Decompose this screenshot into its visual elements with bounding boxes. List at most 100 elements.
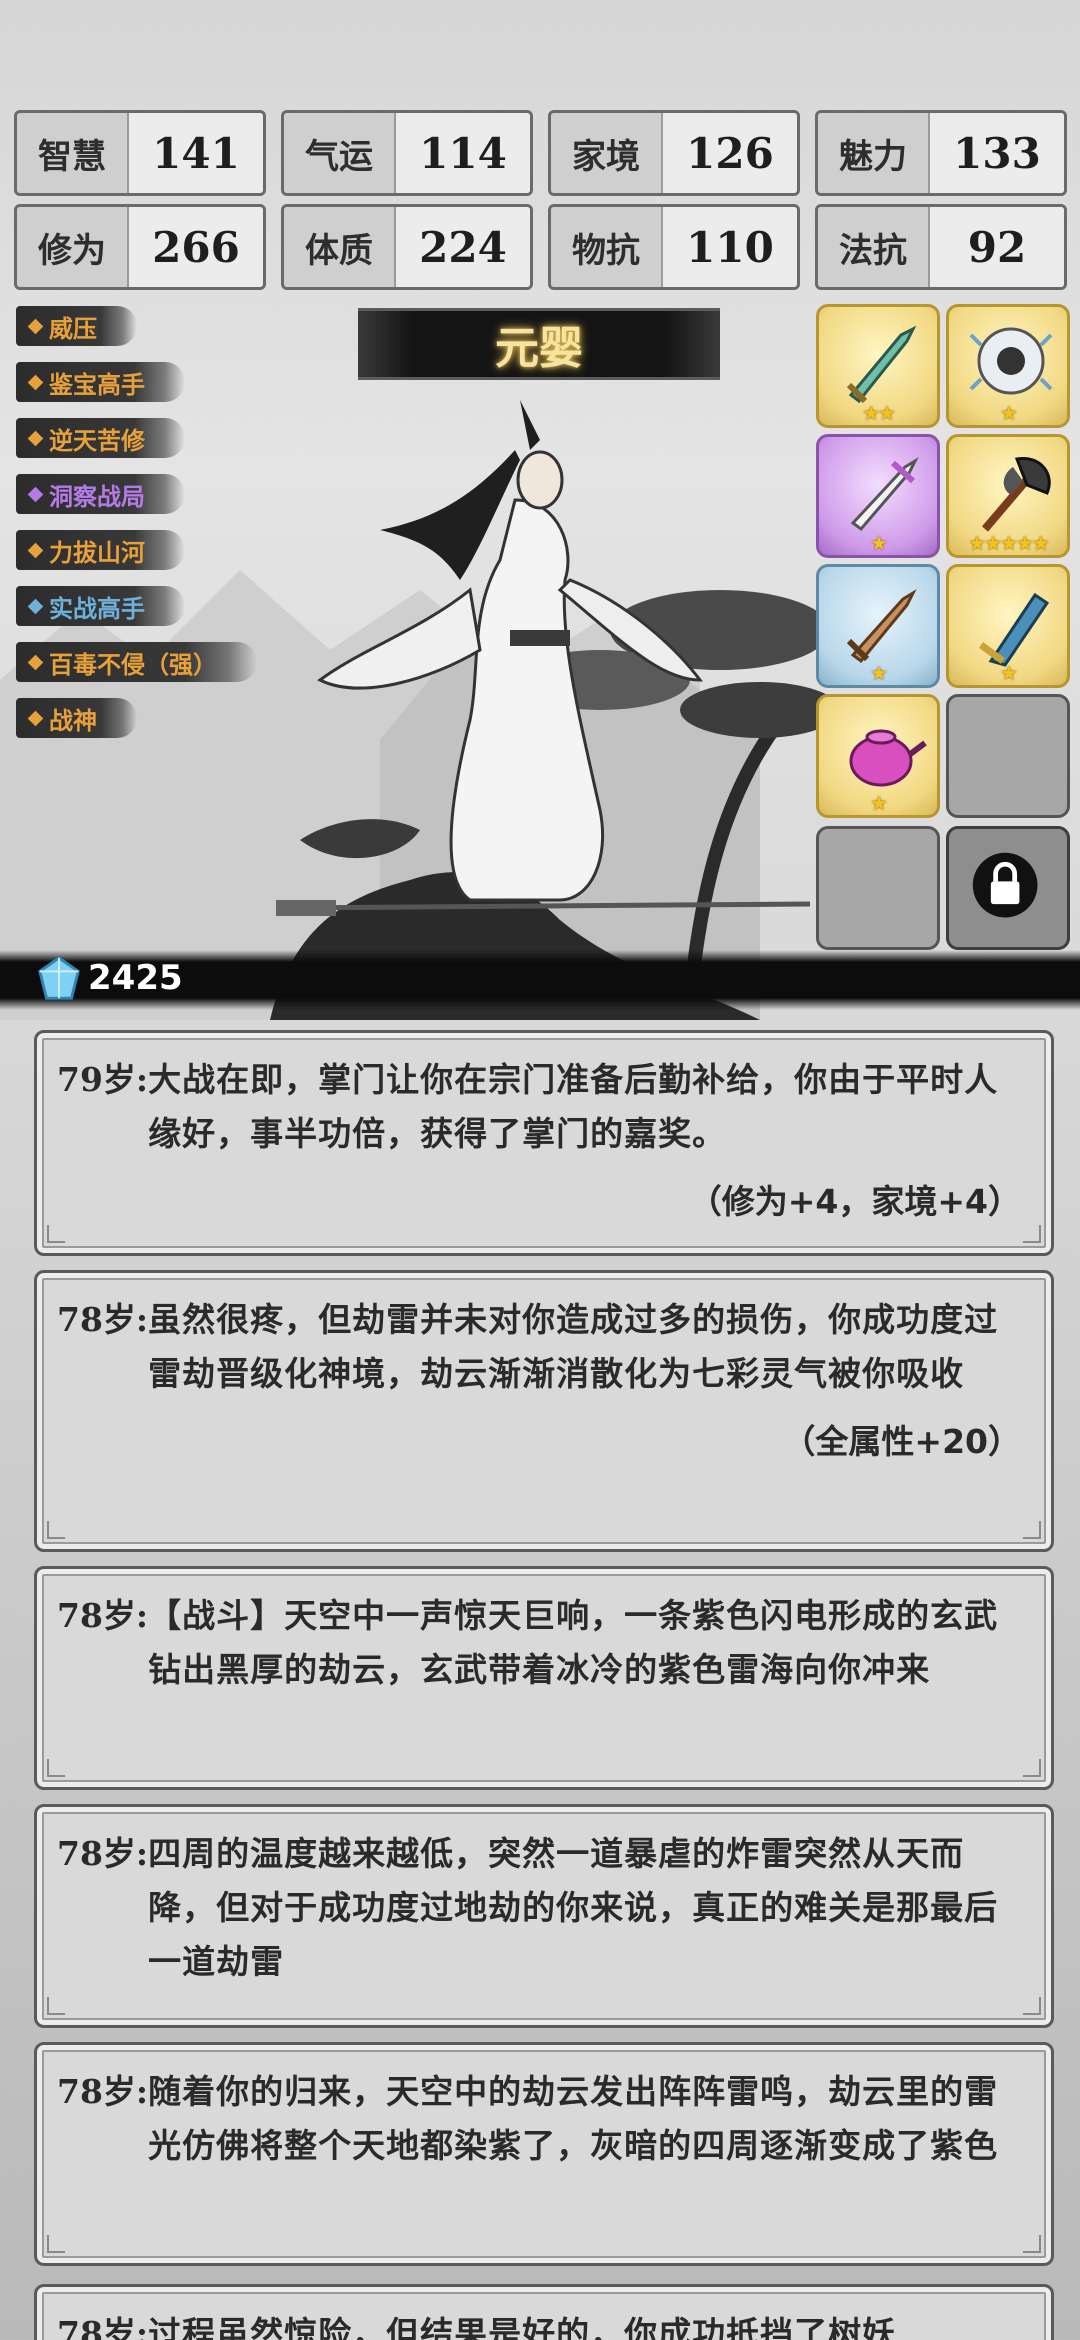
trait-item[interactable]: 战神 [16, 698, 137, 738]
corner-ornament [1023, 2235, 1041, 2253]
rarity-stars: ★ [870, 531, 888, 555]
diamond-icon [27, 710, 44, 726]
trait-label: 实战高手 [49, 594, 145, 623]
crystal-icon [38, 956, 80, 1000]
trait-item[interactable]: 逆天苦修 [16, 418, 185, 458]
crystal-blade-icon [978, 592, 1050, 667]
stat-cultivation: 修为 266 [14, 204, 266, 290]
battle-axe-icon [981, 457, 1051, 532]
stat-value: 141 [129, 113, 263, 193]
jade-sword-icon [846, 325, 917, 404]
trait-label: 力拔山河 [49, 538, 145, 567]
trait-label: 鉴宝高手 [49, 370, 145, 399]
rarity-stars: ★ [870, 791, 888, 815]
stat-value: 266 [129, 207, 263, 287]
log-text: 四周的温度越来越低，突然一道暴虐的炸雷突然从天而降，但对于成功度过地劫的你来说，… [148, 1834, 999, 1981]
corner-ornament [1023, 1997, 1041, 2015]
stat-label: 修为 [17, 207, 129, 287]
teapot-icon [849, 729, 927, 787]
corner-ornament [47, 1521, 65, 1539]
equipment-slot[interactable]: ★ [816, 434, 940, 558]
log-text: 虽然很疼，但劫雷并未对你造成过多的损伤，你成功度过雷劫晋级化神境，劫云渐渐消散化… [148, 1300, 999, 1393]
stat-label: 气运 [284, 113, 396, 193]
trait-item[interactable]: 鉴宝高手 [16, 362, 185, 402]
bronze-sword-icon [846, 589, 917, 664]
equipment-slot-empty[interactable] [946, 694, 1070, 818]
stat-label: 魅力 [818, 113, 930, 193]
stat-label: 家境 [551, 113, 663, 193]
diamond-icon [27, 486, 44, 502]
rarity-stars: ★★★★★ [968, 531, 1050, 555]
corner-ornament [1023, 1225, 1041, 1243]
diamond-icon [27, 318, 44, 334]
equipment-slot[interactable]: ★★★★★ [946, 434, 1070, 558]
log-effect: （修为+4，家境+4） [688, 1182, 1021, 1221]
rarity-stars: ★ [1000, 661, 1018, 685]
log-text: 过程虽然惊险，但结果是好的，你成功抵挡了树妖 [148, 2314, 897, 2340]
log-age: 78岁: [57, 1834, 149, 1873]
stat-value: 126 [663, 113, 797, 193]
log-entry: 78岁: 四周的温度越来越低，突然一道暴虐的炸雷突然从天而降，但对于成功度过地劫的… [34, 1804, 1054, 2028]
white-sword-icon [850, 457, 919, 532]
realm-banner: 元婴 [358, 308, 720, 380]
trait-label: 洞察战局 [49, 482, 145, 511]
log-age: 78岁: [57, 2314, 149, 2340]
log-entry: 79岁: 大战在即，掌门让你在宗门准备后勤补给，你由于平时人缘好，事半功倍，获得了… [34, 1030, 1054, 1256]
stat-wisdom: 智慧 141 [14, 110, 266, 196]
log-age: 79岁: [57, 1060, 149, 1099]
stat-phys-resist: 物抗 110 [548, 204, 800, 290]
diamond-icon [27, 598, 44, 614]
log-text: 大战在即，掌门让你在宗门准备后勤补给，你由于平时人缘好，事半功倍，获得了掌门的嘉… [148, 1060, 999, 1153]
log-entry: 78岁: 过程虽然惊险，但结果是好的，你成功抵挡了树妖 [34, 2284, 1054, 2340]
stat-label: 法抗 [818, 207, 930, 287]
log-entry: 78岁: 虽然很疼，但劫雷并未对你造成过多的损伤，你成功度过雷劫晋级化神境，劫云渐… [34, 1270, 1054, 1552]
log-text: 【战斗】天空中一声惊天巨响，一条紫色闪电形成的玄武钻出黑厚的劫云，玄武带着冰冷的… [148, 1596, 999, 1689]
equipment-slot-locked[interactable] [946, 826, 1070, 950]
rarity-stars: ★ [1000, 401, 1018, 425]
diamond-icon [27, 430, 44, 446]
log-age: 78岁: [57, 1300, 149, 1339]
equipment-slot[interactable]: ★★ [816, 304, 940, 428]
stat-luck: 气运 114 [281, 110, 533, 196]
stat-family: 家境 126 [548, 110, 800, 196]
stat-constitution: 体质 224 [281, 204, 533, 290]
equipment-slot[interactable]: ★ [816, 564, 940, 688]
trait-label: 百毒不侵（强） [49, 650, 217, 679]
stat-charm: 魅力 133 [815, 110, 1067, 196]
log-age: 78岁: [57, 2072, 149, 2111]
equipment-slot-empty[interactable] [816, 826, 940, 950]
stat-value: 133 [930, 113, 1064, 193]
rarity-stars: ★★ [862, 401, 896, 425]
stat-label: 物抗 [551, 207, 663, 287]
stat-value: 110 [663, 207, 797, 287]
diamond-icon [27, 654, 44, 670]
log-age: 78岁: [57, 1596, 149, 1635]
currency-amount: 2425 [88, 958, 183, 998]
equipment-slot[interactable]: ★ [946, 304, 1070, 428]
diamond-icon [27, 542, 44, 558]
corner-ornament [47, 1225, 65, 1243]
trait-label: 战神 [49, 706, 97, 735]
stat-value: 92 [930, 207, 1064, 287]
corner-ornament [1023, 1759, 1041, 1777]
log-entry: 78岁: 随着你的归来，天空中的劫云发出阵阵雷鸣，劫云里的雷光仿佛将整个天地都染紫… [34, 2042, 1054, 2266]
corner-ornament [47, 2235, 65, 2253]
trait-item[interactable]: 威压 [16, 306, 137, 346]
stat-magic-resist: 法抗 92 [815, 204, 1067, 290]
rarity-stars: ★ [870, 661, 888, 685]
trait-item[interactable]: 实战高手 [16, 586, 185, 626]
trait-item[interactable]: 洞察战局 [16, 474, 185, 514]
log-effect: （全属性+20） [782, 1422, 1021, 1461]
trait-label: 威压 [49, 314, 97, 343]
corner-ornament [47, 1997, 65, 2015]
stat-value: 224 [396, 207, 530, 287]
equipment-slot[interactable]: ★ [946, 564, 1070, 688]
trait-item[interactable]: 力拔山河 [16, 530, 185, 570]
spirit-orb-icon [969, 327, 1053, 395]
equipment-slot[interactable]: ★ [816, 694, 940, 818]
trait-item[interactable]: 百毒不侵（强） [16, 642, 257, 682]
lock-icon [972, 852, 1038, 918]
stat-label: 智慧 [17, 113, 129, 193]
log-text: 随着你的归来，天空中的劫云发出阵阵雷鸣，劫云里的雷光仿佛将整个天地都染紫了，灰暗… [148, 2072, 999, 2165]
stat-value: 114 [396, 113, 530, 193]
